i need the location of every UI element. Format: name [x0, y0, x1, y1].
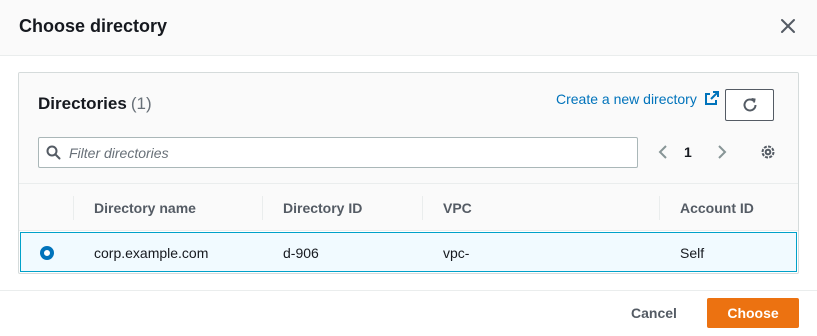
- chevron-left-icon[interactable]: [656, 144, 670, 160]
- column-divider[interactable]: [422, 196, 423, 220]
- table-header-row: Directory name Directory ID VPC Account …: [19, 183, 798, 231]
- close-icon[interactable]: [779, 17, 797, 35]
- column-header-directory-id[interactable]: Directory ID: [283, 200, 362, 216]
- row-radio-button[interactable]: [40, 246, 54, 260]
- table-row[interactable]: corp.example.com d-906 vpc- Self: [20, 232, 797, 272]
- table-header-section: Directories(1) Create a new directory 1: [19, 73, 798, 183]
- column-divider[interactable]: [73, 196, 74, 220]
- filter-input[interactable]: [69, 138, 629, 167]
- external-link-icon[interactable]: [705, 91, 719, 105]
- refresh-button[interactable]: [725, 89, 774, 121]
- filter-box: [38, 137, 638, 168]
- chevron-right-icon[interactable]: [715, 144, 729, 160]
- directories-title: Directories: [38, 94, 127, 113]
- column-divider[interactable]: [262, 196, 263, 220]
- column-header-account-id[interactable]: Account ID: [680, 200, 754, 216]
- modal-footer: Cancel Choose: [0, 290, 817, 336]
- directories-heading: Directories (1): [38, 94, 152, 114]
- cell-directory-name: corp.example.com: [94, 245, 209, 261]
- gear-icon[interactable]: [759, 143, 777, 161]
- modal-header: Choose directory: [0, 0, 817, 56]
- cell-account-id: Self: [680, 245, 705, 261]
- search-icon: [46, 145, 61, 160]
- page-number[interactable]: 1: [684, 144, 692, 160]
- refresh-icon: [743, 98, 757, 112]
- directories-count: (1): [130, 94, 152, 113]
- create-directory-link[interactable]: Create a new directory: [556, 91, 697, 107]
- column-divider[interactable]: [659, 196, 660, 220]
- column-header-vpc[interactable]: VPC: [443, 200, 472, 216]
- cell-directory-id: d-906: [283, 245, 319, 261]
- choose-button[interactable]: Choose: [707, 298, 799, 328]
- modal-title: Choose directory: [19, 16, 168, 36]
- cancel-button[interactable]: Cancel: [616, 298, 692, 328]
- column-header-directory-name[interactable]: Directory name: [94, 200, 196, 216]
- directories-table-container: Directories(1) Create a new directory 1: [18, 72, 799, 274]
- cell-vpc: vpc-: [443, 245, 470, 261]
